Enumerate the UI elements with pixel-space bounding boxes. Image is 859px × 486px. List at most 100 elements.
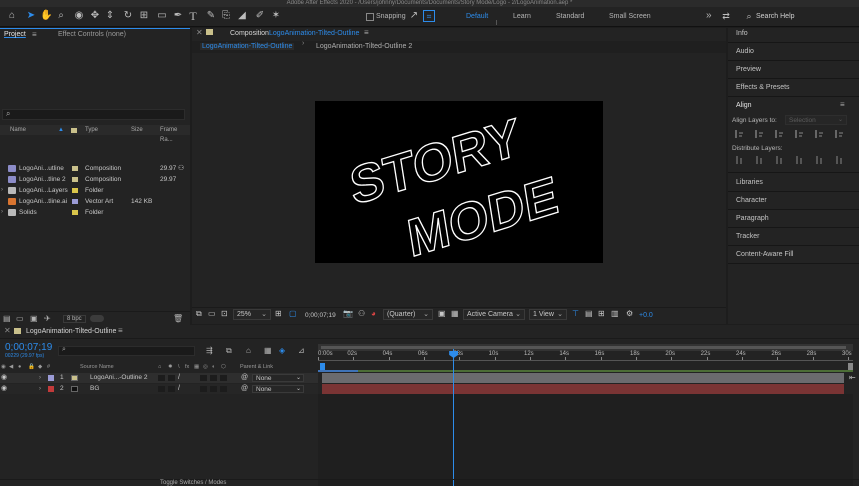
panel-tracker[interactable]: Tracker: [736, 233, 759, 240]
label-swatch[interactable]: [72, 177, 78, 182]
project-settings-icon[interactable]: ✈: [44, 314, 51, 323]
workspace-small-screen[interactable]: Small Screen: [609, 13, 651, 20]
work-area-bar[interactable]: [318, 344, 853, 351]
graph-editor-icon[interactable]: ⊿: [298, 346, 305, 355]
views-dropdown[interactable]: 1 View ⌄: [529, 309, 567, 320]
transparency-grid-icon[interactable]: ▦: [451, 309, 459, 318]
rotation-tool-icon[interactable]: ↻: [122, 10, 134, 22]
project-item[interactable]: › LogoAni...Layers Folder: [0, 185, 190, 196]
search-icon[interactable]: ⌕: [743, 10, 755, 22]
panel-comp-name[interactable]: LogoAnimation-Tilted-Outline: [269, 30, 359, 37]
collapse-switch[interactable]: [168, 375, 175, 381]
zoom-handle-icon[interactable]: ⇤: [849, 373, 856, 382]
label-swatch[interactable]: [72, 199, 78, 204]
zoom-dropdown[interactable]: 25% ⌄: [233, 309, 271, 320]
visibility-eye-icon[interactable]: ◉: [1, 373, 7, 383]
label-color-swatch[interactable]: [48, 386, 54, 392]
flowchart-icon[interactable]: ⊞: [598, 309, 605, 318]
panel-menu-icon[interactable]: ≡: [840, 100, 845, 109]
anchor-point-icon[interactable]: ⊞: [138, 10, 150, 22]
workspace-learn[interactable]: Learn: [513, 13, 531, 20]
column-parent-link[interactable]: Parent & Link: [240, 364, 273, 370]
align-bottom-icon[interactable]: [835, 130, 843, 138]
align-to-dropdown[interactable]: Selection ⌄: [785, 115, 847, 125]
monitor-icon[interactable]: ▭: [208, 309, 216, 318]
camera-dropdown[interactable]: Active Camera ⌄: [463, 309, 525, 320]
grid-icon[interactable]: ⊡: [221, 309, 228, 318]
layer-name[interactable]: BG: [90, 384, 99, 394]
always-preview-icon[interactable]: ⧉: [196, 309, 202, 319]
snap-mode-icon[interactable]: ⌗: [423, 10, 435, 22]
panel-effects-presets[interactable]: Effects & Presets: [736, 84, 790, 91]
region-of-interest-icon[interactable]: ▣: [438, 309, 446, 318]
hand-tool-icon[interactable]: ✋: [40, 10, 52, 22]
resolution-dropdown[interactable]: (Quarter) ⌄: [383, 309, 433, 320]
visibility-eye-icon[interactable]: ◉: [1, 384, 7, 394]
draft-3d-icon[interactable]: ⧉: [226, 346, 232, 356]
snapping-checkbox[interactable]: [366, 13, 374, 21]
interpret-footage-icon[interactable]: ▤: [3, 314, 11, 323]
settings-gear-icon[interactable]: ⚙: [626, 309, 633, 318]
panel-menu-icon[interactable]: ≡: [32, 30, 37, 39]
column-name[interactable]: Name: [10, 125, 26, 135]
expand-chevron-icon[interactable]: ›: [1, 207, 3, 218]
tab-project[interactable]: Project: [4, 31, 26, 38]
close-icon[interactable]: ✕: [196, 28, 203, 37]
frame-blend-switch[interactable]: [200, 386, 207, 392]
label-swatch[interactable]: [72, 210, 78, 215]
dolly-camera-icon[interactable]: ⇕: [104, 10, 116, 22]
channel-icon[interactable]: ◕: [371, 309, 376, 318]
thumbnail-toggle[interactable]: [90, 315, 104, 322]
timeline-timecode[interactable]: 0;00;07;19: [5, 342, 52, 353]
mask-visibility-icon[interactable]: ▢: [289, 309, 297, 318]
project-item[interactable]: LogoAni...tline 2 Composition 29.97: [0, 174, 190, 185]
shy-layers-icon[interactable]: ⌂: [246, 346, 251, 355]
layer-bar[interactable]: [322, 384, 844, 394]
motion-blur-switch[interactable]: [210, 375, 217, 381]
distribute-vcenter-icon[interactable]: [755, 156, 763, 164]
project-item[interactable]: LogoAni...tline.ai Vector Art 142 KB: [0, 196, 190, 207]
label-swatch[interactable]: [72, 188, 78, 193]
distribute-bottom-icon[interactable]: [775, 156, 783, 164]
shy-switch[interactable]: [158, 386, 165, 392]
clone-stamp-icon[interactable]: ⎘: [220, 10, 232, 22]
viewer-timecode[interactable]: 0;00;07;19: [305, 312, 336, 319]
panel-character[interactable]: Character: [736, 197, 767, 204]
timeline-link-icon[interactable]: ⊤: [572, 309, 579, 318]
quality-switch-icon[interactable]: /: [178, 373, 180, 383]
layer-row[interactable]: ◉ › 2 BG / @ None ⌄: [0, 384, 318, 394]
parent-dropdown[interactable]: None ⌄: [252, 385, 304, 393]
tab-effect-controls[interactable]: Effect Controls (none): [58, 31, 126, 38]
pen-tool-icon[interactable]: ✒: [172, 10, 184, 22]
trash-icon[interactable]: 🗑: [173, 314, 183, 323]
panel-align[interactable]: Align: [736, 102, 752, 109]
parent-pick-whip-icon[interactable]: @: [241, 373, 248, 383]
home-icon[interactable]: ⌂: [6, 10, 18, 22]
tab-comp-2[interactable]: LogoAnimation-Tilted-Outline 2: [316, 43, 412, 50]
expand-chevron-icon[interactable]: ›: [39, 373, 41, 383]
distribute-top-icon[interactable]: [735, 156, 743, 164]
frame-blending-icon[interactable]: ▦: [264, 346, 272, 355]
eraser-tool-icon[interactable]: ◢: [236, 10, 248, 22]
panel-menu-icon[interactable]: ≡: [364, 28, 369, 37]
exposure-value[interactable]: +0.0: [639, 312, 653, 319]
workspace-standard[interactable]: Standard: [556, 13, 584, 20]
expand-chevron-icon[interactable]: ›: [39, 384, 41, 394]
rectangle-tool-icon[interactable]: ▭: [156, 10, 168, 22]
panel-paragraph[interactable]: Paragraph: [736, 215, 769, 222]
panel-preview[interactable]: Preview: [736, 66, 761, 73]
new-composition-icon[interactable]: ▣: [30, 314, 38, 323]
workspace-default[interactable]: Default: [466, 13, 488, 20]
align-horizontal-center-icon[interactable]: [755, 130, 763, 138]
bit-depth-button[interactable]: 8 bpc: [63, 315, 86, 323]
frame-blend-switch[interactable]: [200, 375, 207, 381]
safe-zones-icon[interactable]: ⊞: [275, 309, 282, 318]
distribute-hcenter-icon[interactable]: [815, 156, 823, 164]
parent-dropdown[interactable]: None ⌄: [252, 374, 304, 382]
roto-brush-icon[interactable]: ✐: [254, 10, 266, 22]
column-source-name[interactable]: Source Name: [80, 364, 114, 370]
puppet-pin-icon[interactable]: ✶: [270, 10, 282, 22]
project-item[interactable]: › Solids Folder: [0, 207, 190, 218]
align-vertical-center-icon[interactable]: [815, 130, 823, 138]
label-swatch[interactable]: [72, 166, 78, 171]
